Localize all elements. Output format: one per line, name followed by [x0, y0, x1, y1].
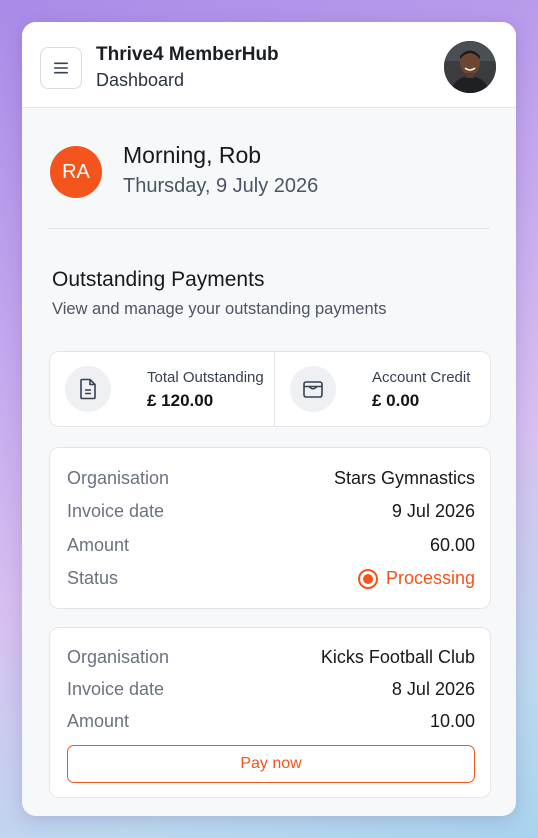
app-title: Thrive4 MemberHub	[96, 44, 279, 65]
total-outstanding-label: Total Outstanding	[147, 369, 264, 386]
invoice-date-label: Invoice date	[67, 501, 165, 521]
wallet-icon	[290, 366, 336, 412]
status-value: Processing	[385, 568, 475, 588]
section-title: Outstanding Payments	[52, 268, 265, 291]
organisation-value: Kicks Football Club	[320, 647, 475, 667]
hamburger-icon	[54, 62, 68, 74]
invoice-row: Amount 60.00	[67, 535, 475, 559]
profile-avatar[interactable]	[444, 41, 496, 93]
greeting-date: Thursday, 9 July 2026	[123, 175, 319, 197]
status-badge: Processing	[357, 568, 475, 589]
page-subtitle: Dashboard	[96, 70, 185, 90]
amount-value: 10.00	[429, 711, 475, 731]
greeting-message: Morning, Rob	[123, 142, 262, 168]
total-outstanding-value: £ 120.00	[147, 391, 214, 410]
invoice-card: Organisation Stars Gymnastics Invoice da…	[49, 447, 491, 609]
amount-label: Amount	[67, 535, 130, 555]
invoice-row: Organisation Kicks Football Club	[67, 647, 475, 671]
summary-divider	[274, 352, 275, 426]
document-icon	[65, 366, 111, 412]
section-subtitle: View and manage your outstanding payment…	[52, 300, 387, 318]
processing-icon	[357, 568, 378, 589]
organisation-label: Organisation	[67, 647, 170, 667]
organisation-label: Organisation	[67, 468, 170, 488]
account-credit-label: Account Credit	[372, 369, 471, 386]
invoice-card: Organisation Kicks Football Club Invoice…	[49, 627, 491, 798]
divider	[48, 228, 490, 229]
amount-value: 60.00	[429, 535, 475, 555]
menu-button[interactable]	[40, 47, 82, 89]
invoice-date-label: Invoice date	[67, 679, 165, 699]
summary-card: Total Outstanding £ 120.00 Account Credi…	[49, 351, 491, 427]
app-window: Thrive4 MemberHub Dashboard RA Morning, …	[22, 22, 516, 816]
invoice-date-value: 8 Jul 2026	[391, 679, 475, 699]
account-credit-value: £ 0.00	[372, 391, 420, 410]
profile-photo-icon	[444, 41, 496, 93]
top-bar: Thrive4 MemberHub Dashboard	[22, 22, 516, 108]
amount-label: Amount	[67, 711, 130, 731]
invoice-row: Amount 10.00	[67, 711, 475, 735]
user-initials-avatar: RA	[50, 146, 102, 198]
invoice-date-value: 9 Jul 2026	[391, 501, 475, 521]
pay-now-button[interactable]: Pay now	[67, 745, 475, 783]
organisation-value: Stars Gymnastics	[333, 468, 475, 488]
invoice-row: Organisation Stars Gymnastics	[67, 468, 475, 492]
status-label: Status	[67, 568, 119, 588]
invoice-row: Invoice date 8 Jul 2026	[67, 679, 475, 703]
invoice-row: Invoice date 9 Jul 2026	[67, 501, 475, 525]
invoice-row: Status Processing	[67, 568, 475, 592]
